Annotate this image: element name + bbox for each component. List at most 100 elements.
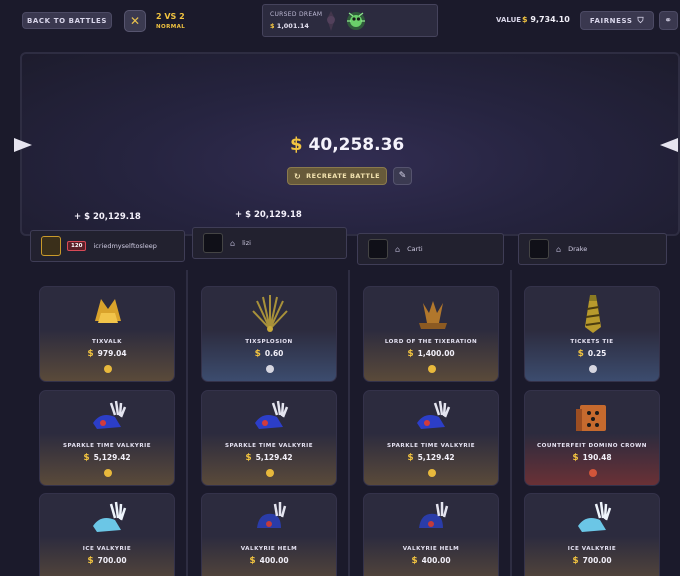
sparkle-time-valkyrie-item-icon	[417, 400, 451, 429]
item-card[interactable]: VALKYRIE HELM $400.00	[363, 493, 499, 576]
item-card[interactable]: TIXVALK $979.04	[39, 286, 175, 382]
avatar	[529, 239, 549, 259]
fairness-button[interactable]: FAIRNESS ⛉	[580, 11, 654, 30]
avatar	[41, 236, 61, 256]
ice-valkyrie-item-icon	[578, 501, 612, 532]
item-card[interactable]: TICKETS TIE $0.25	[524, 286, 660, 382]
recreate-battle-button[interactable]: ↻ RECREATE BATTLE	[287, 167, 387, 185]
item-price: $5,129.42	[245, 453, 293, 463]
case-card[interactable]: CURSED DREAM $ 1,001.14	[262, 4, 438, 37]
arrow-left-icon	[14, 138, 32, 152]
refresh-icon: ↻	[293, 171, 302, 181]
rarity-dot	[266, 365, 274, 373]
rarity-dot	[428, 365, 436, 373]
player-slot[interactable]: 120 icriedmyselftosleep	[30, 230, 185, 262]
player-name: Carti	[407, 245, 423, 253]
item-price: $0.60	[254, 349, 284, 359]
user-icon: ⌂	[395, 244, 401, 254]
avatar	[368, 239, 388, 259]
player-slot[interactable]: ⌂ lizi	[192, 227, 347, 259]
back-to-battles-button[interactable]: BACK TO BATTLES	[22, 12, 112, 29]
valkyrie-helm-item-icon	[257, 502, 287, 528]
item-name: LORD OF THE TIXERATION	[384, 339, 478, 345]
user-icon: ⌂	[556, 244, 562, 254]
item-price: $5,129.42	[83, 453, 131, 463]
item-name: VALKYRIE HELM	[402, 546, 460, 552]
item-card[interactable]: LORD OF THE TIXERATION $1,400.00	[363, 286, 499, 382]
case-name: CURSED DREAM	[270, 11, 323, 18]
player-name: icriedmyselftosleep	[93, 242, 157, 250]
lord-of-the-tixeration-item-icon	[419, 301, 447, 329]
player-slot[interactable]: ⌂ Carti	[357, 233, 504, 265]
sparkle-time-valkyrie-item-icon	[93, 400, 127, 429]
column-divider	[186, 270, 188, 576]
item-name: TICKETS TIE	[570, 339, 614, 345]
top-bar: BACK TO BATTLES ✕ 2 VS 2 NORMAL CURSED D…	[0, 0, 680, 44]
item-price: $700.00	[572, 556, 612, 566]
item-card[interactable]: ICE VALKYRIE $700.00	[524, 493, 660, 576]
item-card[interactable]: SPARKLE TIME VALKYRIE $5,129.42	[39, 390, 175, 486]
player-slot[interactable]: ⌂ Drake	[518, 233, 667, 265]
item-name: SPARKLE TIME VALKYRIE	[386, 443, 476, 449]
item-price: $190.48	[572, 453, 612, 463]
item-name: ICE VALKYRIE	[567, 546, 617, 552]
item-name: SPARKLE TIME VALKYRIE	[224, 443, 314, 449]
rarity-dot	[104, 469, 112, 477]
value-amount: $ 9,734.10	[522, 15, 570, 24]
item-name: SPARKLE TIME VALKYRIE	[62, 443, 152, 449]
column-divider	[510, 270, 512, 576]
rarity-dot	[589, 365, 597, 373]
link-button[interactable]: ⚭	[659, 11, 678, 30]
pencil-icon: ✎	[398, 171, 407, 181]
item-price: $0.25	[577, 349, 607, 359]
edit-button[interactable]: ✎	[393, 167, 412, 185]
case-price: $ 1,001.14	[270, 22, 309, 30]
item-price: $979.04	[87, 349, 127, 359]
item-card[interactable]: TIXSPLOSION $0.60	[201, 286, 337, 382]
valkyrie-helm-item-icon	[419, 502, 449, 528]
item-price: $1,400.00	[407, 349, 455, 359]
tickets-tie-item-icon	[585, 295, 601, 333]
item-name: TIXSPLOSION	[245, 339, 293, 345]
level-badge: 120	[67, 241, 87, 251]
player-name: Drake	[568, 245, 588, 253]
case-thumbnail-faded	[327, 11, 335, 31]
counterfeit-domino-crown-item-icon	[576, 405, 606, 431]
column-divider	[348, 270, 350, 576]
item-card[interactable]: SPARKLE TIME VALKYRIE $5,129.42	[363, 390, 499, 486]
avatar	[203, 233, 223, 253]
rarity-dot	[589, 469, 597, 477]
battle-mode: 2 VS 2	[156, 12, 185, 21]
arrow-right-icon	[660, 138, 678, 152]
shield-check-icon: ⛉	[637, 15, 645, 25]
item-name: COUNTERFEIT DOMINO CROWN	[537, 443, 647, 449]
swords-icon: ✕	[124, 10, 146, 32]
item-price: $400.00	[249, 556, 289, 566]
battle-total: $40,258.36	[290, 134, 405, 155]
item-price: $5,129.42	[407, 453, 455, 463]
rarity-dot	[266, 469, 274, 477]
link-icon: ⚭	[664, 15, 673, 26]
item-price: $700.00	[87, 556, 127, 566]
item-price: $400.00	[411, 556, 451, 566]
team-winnings: + $ 20,129.18	[74, 212, 141, 222]
item-card[interactable]: VALKYRIE HELM $400.00	[201, 493, 337, 576]
tixvalk-item-icon	[95, 299, 121, 323]
item-card[interactable]: COUNTERFEIT DOMINO CROWN $190.48	[524, 390, 660, 486]
rarity-dot	[428, 469, 436, 477]
item-card[interactable]: SPARKLE TIME VALKYRIE $5,129.42	[201, 390, 337, 486]
tixsplosion-item-icon	[252, 295, 288, 332]
item-card[interactable]: ICE VALKYRIE $700.00	[39, 493, 175, 576]
ice-valkyrie-item-icon	[93, 501, 127, 532]
case-thumbnail	[347, 12, 365, 30]
user-icon: ⌂	[230, 238, 236, 248]
rarity-dot	[104, 365, 112, 373]
battle-mode-sub: NORMAL	[156, 24, 186, 30]
item-name: TIXVALK	[92, 339, 122, 345]
player-name: lizi	[242, 239, 251, 247]
item-name: ICE VALKYRIE	[82, 546, 132, 552]
item-name: VALKYRIE HELM	[240, 546, 298, 552]
value-label: VALUE	[496, 16, 522, 24]
sparkle-time-valkyrie-item-icon	[255, 400, 289, 429]
team-winnings: + $ 20,129.18	[235, 210, 302, 220]
